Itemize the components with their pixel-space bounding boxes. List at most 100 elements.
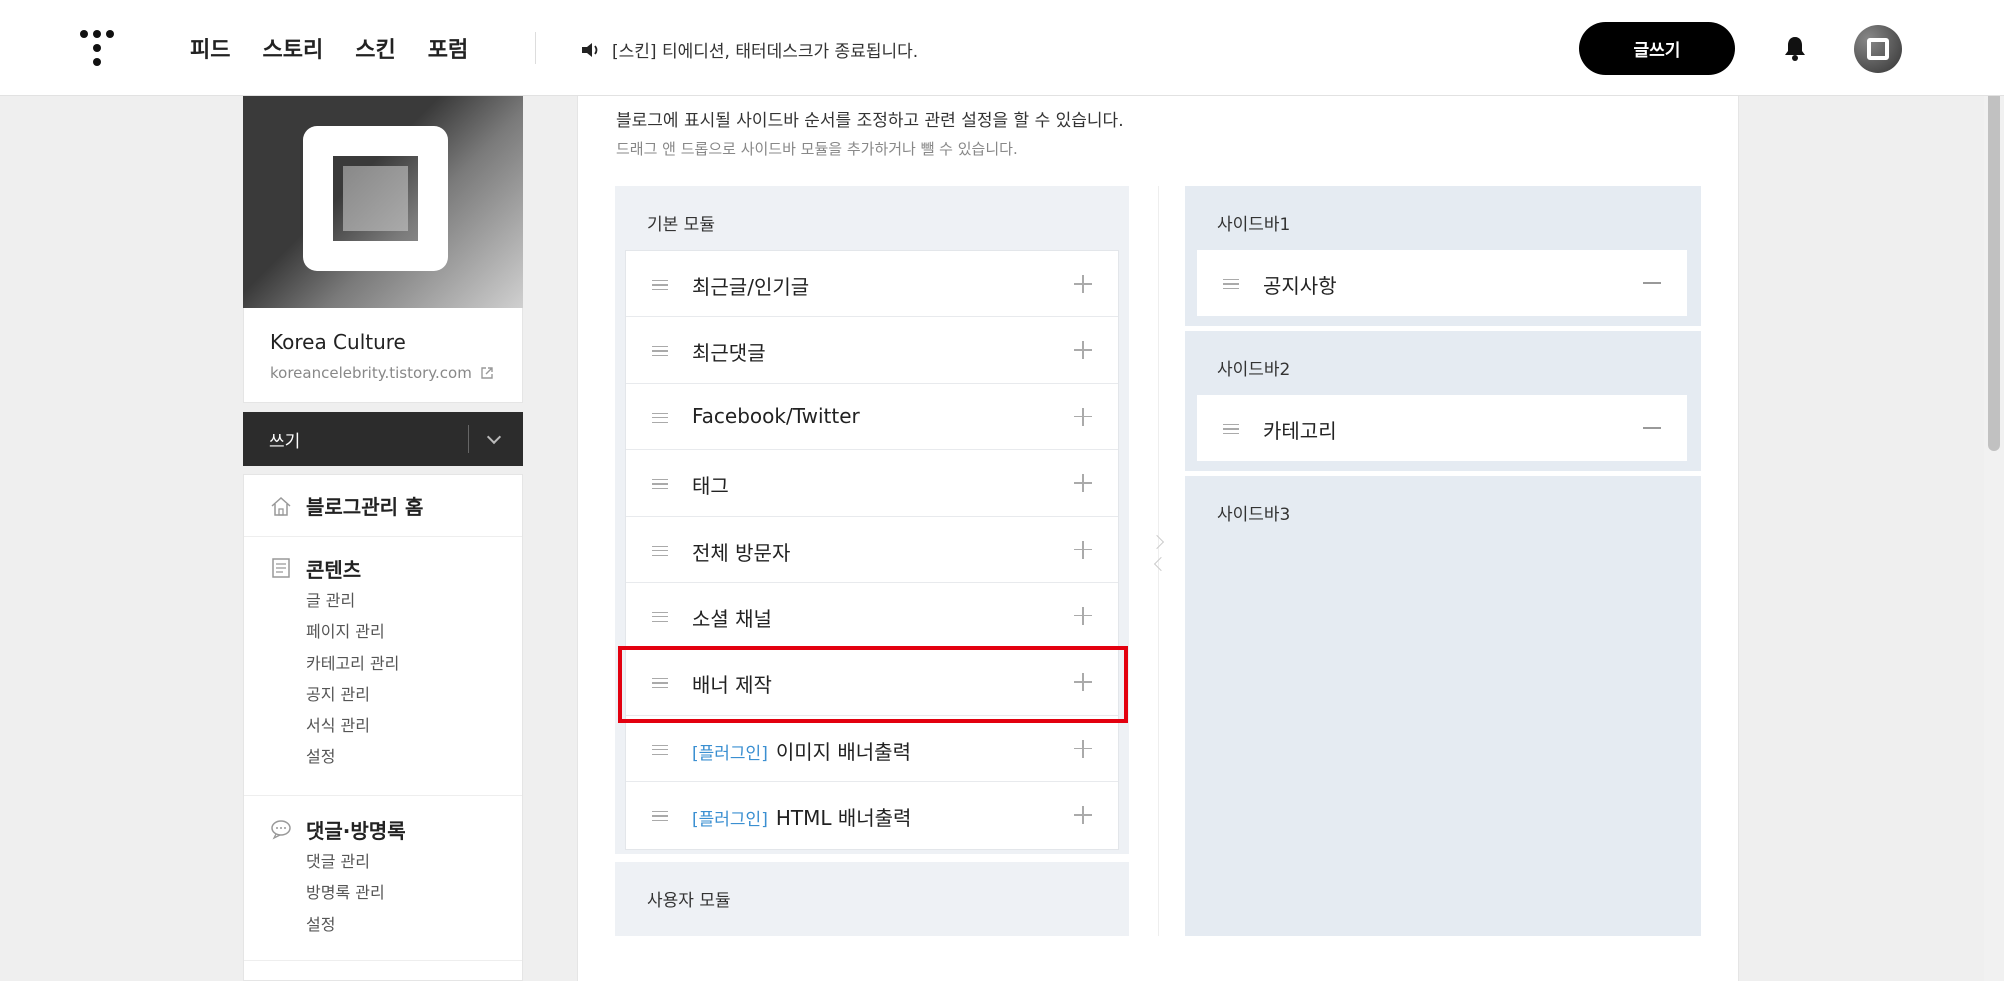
transfer-arrows-icon — [1149, 533, 1169, 577]
notice-banner[interactable]: [스킨] 티에디션, 태터데스크가 종료됩니다. — [580, 37, 918, 62]
drag-handle-icon[interactable] — [652, 280, 668, 290]
module-item[interactable]: 태그 — [626, 450, 1118, 517]
external-link-icon — [481, 367, 493, 379]
menu-post-manage[interactable]: 글 관리 — [270, 585, 522, 616]
drag-handle-icon[interactable] — [652, 479, 668, 490]
module-label-text: HTML 배너출력 — [775, 806, 912, 831]
plus-icon[interactable] — [1074, 275, 1092, 293]
module-item[interactable]: [플러그인] HTML 배너출력 — [626, 782, 1118, 848]
plus-icon[interactable] — [1074, 407, 1092, 426]
module-column: 기본 모듈 최근글/인기글 최근댓글 Facebook/Twitter 태그 전… — [615, 186, 1129, 936]
write-menu-button[interactable]: 쓰기 — [243, 412, 523, 466]
document-icon — [272, 558, 290, 578]
module-item[interactable]: 전체 방문자 — [626, 517, 1118, 583]
minus-icon[interactable] — [1643, 427, 1661, 429]
drag-handle-icon[interactable] — [652, 346, 668, 357]
plus-icon[interactable] — [1074, 806, 1092, 825]
main-nav: 피드 스토리 스킨 포럼 — [190, 32, 468, 64]
menu-contents[interactable]: 콘텐츠 — [270, 551, 522, 585]
menu-home-label: 블로그관리 홈 — [306, 495, 424, 519]
tistory-logo-icon[interactable] — [80, 30, 114, 66]
nav-feed[interactable]: 피드 — [190, 32, 230, 64]
drag-handle-icon[interactable] — [652, 744, 668, 755]
plus-icon[interactable] — [1074, 739, 1092, 758]
menu-comments-settings[interactable]: 설정 — [270, 909, 522, 940]
blog-cover-image — [243, 96, 523, 308]
menu-comment-manage[interactable]: 댓글 관리 — [270, 846, 522, 877]
plus-icon[interactable] — [1074, 673, 1092, 692]
module-label: [플러그인] HTML 배너출력 — [692, 802, 911, 831]
write-post-button[interactable]: 글쓰기 — [1579, 22, 1735, 75]
speaker-icon — [582, 42, 598, 57]
module-item[interactable]: 최근댓글 — [626, 317, 1118, 384]
plugin-tag: [플러그인] — [692, 810, 768, 831]
sidebar-3-title: 사이드바3 — [1217, 505, 1291, 525]
top-bar: 피드 스토리 스킨 포럼 [스킨] 티에디션, 태터데스크가 종료됩니다. 글쓰… — [0, 0, 2004, 96]
menu-comments[interactable]: 댓글·방명록 — [270, 812, 522, 846]
plugin-tag: [플러그인] — [692, 743, 768, 764]
module-item[interactable]: Facebook/Twitter — [626, 384, 1118, 451]
menu-guestbook-manage[interactable]: 방명록 관리 — [270, 877, 522, 908]
module-label: [플러그인] 이미지 배너출력 — [692, 736, 911, 765]
nav-story[interactable]: 스토리 — [262, 32, 323, 64]
menu-comments-label: 댓글·방명록 — [306, 818, 406, 843]
nav-divider — [535, 32, 536, 64]
drag-handle-icon[interactable] — [1223, 424, 1239, 434]
sidebar-1-title: 사이드바1 — [1217, 215, 1291, 235]
module-item-banner[interactable]: 배너 제작 — [626, 649, 1118, 716]
module-label: 전체 방문자 — [692, 540, 791, 565]
menu-category-manage[interactable]: 카테고리 관리 — [270, 648, 522, 679]
nav-forum[interactable]: 포럼 — [428, 32, 468, 64]
sidebar-2-box: 사이드바2 카테고리 — [1185, 331, 1701, 471]
sidebar-2-title: 사이드바2 — [1217, 360, 1291, 380]
drag-handle-icon[interactable] — [652, 545, 668, 556]
drag-handle-icon[interactable] — [652, 678, 668, 689]
user-modules-box[interactable]: 사용자 모듈 — [615, 862, 1129, 936]
minus-icon[interactable] — [1643, 282, 1661, 284]
bell-icon[interactable] — [1783, 34, 1807, 62]
drag-handle-icon[interactable] — [652, 811, 668, 822]
basic-modules-box: 기본 모듈 최근글/인기글 최근댓글 Facebook/Twitter 태그 전… — [615, 186, 1129, 854]
plus-icon[interactable] — [1074, 540, 1092, 559]
sidebar-item-label: 공지사항 — [1263, 274, 1337, 298]
page-scrollbar[interactable] — [1984, 74, 2004, 981]
menu-blog-home[interactable]: 블로그관리 홈 — [244, 475, 522, 537]
blog-url-link[interactable]: koreancelebrity.tistory.com — [270, 364, 496, 382]
sidebar-1-box: 사이드바1 공지사항 — [1185, 186, 1701, 326]
plus-icon[interactable] — [1074, 474, 1092, 493]
module-label: Facebook/Twitter — [692, 403, 860, 428]
drag-handle-icon[interactable] — [652, 611, 668, 622]
drag-handle-icon[interactable] — [652, 412, 668, 423]
menu-page-manage[interactable]: 페이지 관리 — [270, 616, 522, 647]
module-item[interactable]: 소셜 채널 — [626, 583, 1118, 650]
page-hint: 드래그 앤 드롭으로 사이드바 모듈을 추가하거나 뺄 수 있습니다. — [616, 140, 1018, 158]
avatar[interactable] — [1854, 25, 1902, 73]
plus-icon[interactable] — [1074, 341, 1092, 360]
drag-handle-icon[interactable] — [1223, 279, 1239, 289]
module-label-text: 이미지 배너출력 — [775, 739, 911, 764]
module-label: 최근글/인기글 — [692, 275, 810, 299]
plus-icon[interactable] — [1074, 606, 1092, 625]
scrollbar-thumb[interactable] — [1988, 76, 2000, 451]
sidebar-item[interactable]: 공지사항 — [1197, 250, 1687, 316]
sidebar-item-label: 카테고리 — [1263, 419, 1337, 443]
menu-template-manage[interactable]: 서식 관리 — [270, 710, 522, 741]
menu-contents-settings[interactable]: 설정 — [270, 741, 522, 772]
chevron-down-icon[interactable] — [486, 429, 502, 445]
menu-notice-manage[interactable]: 공지 관리 — [270, 679, 522, 710]
sidebar-3-box[interactable]: 사이드바3 — [1185, 476, 1701, 936]
menu-divider — [244, 960, 522, 961]
home-icon — [271, 496, 291, 516]
module-item[interactable]: [플러그인] 이미지 배너출력 — [626, 716, 1118, 783]
nav-skin[interactable]: 스킨 — [355, 32, 395, 64]
module-label: 최근댓글 — [692, 341, 766, 366]
blog-name[interactable]: Korea Culture — [270, 330, 496, 354]
menu-group-contents: 콘텐츠 글 관리 페이지 관리 카테고리 관리 공지 관리 서식 관리 설정 — [244, 551, 522, 773]
user-modules-title: 사용자 모듈 — [647, 891, 731, 911]
module-label: 소셜 채널 — [692, 606, 772, 631]
menu-group-comments: 댓글·방명록 댓글 관리 방명록 관리 설정 — [244, 812, 522, 940]
sidebar-item[interactable]: 카테고리 — [1197, 395, 1687, 461]
module-item[interactable]: 최근글/인기글 — [626, 251, 1118, 318]
menu-contents-label: 콘텐츠 — [306, 557, 362, 582]
admin-menu: 블로그관리 홈 콘텐츠 글 관리 페이지 관리 카테고리 관리 공지 관리 서식… — [243, 474, 523, 981]
